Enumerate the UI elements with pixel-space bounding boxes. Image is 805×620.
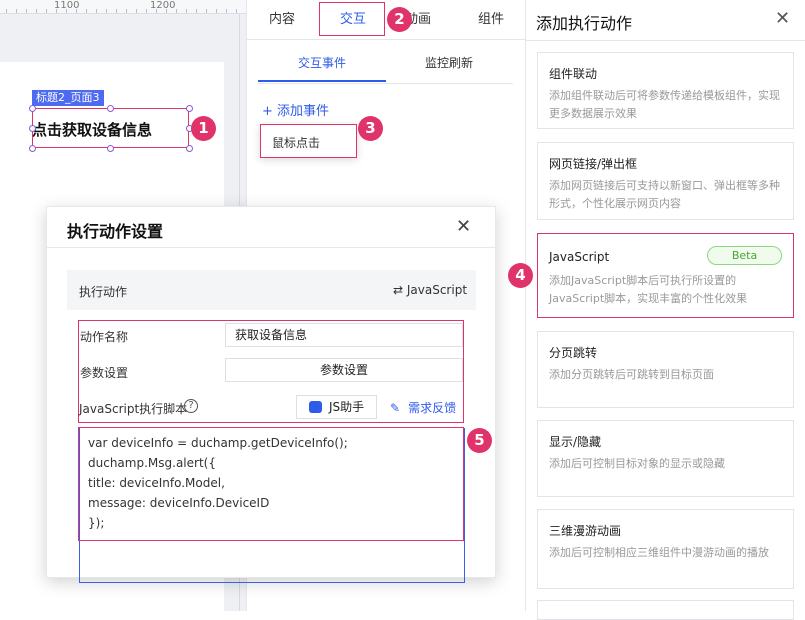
action-type-label: 执行动作 <box>79 285 128 299</box>
ruler-tick <box>26 9 27 13</box>
step-badge-4: 4 <box>508 263 533 288</box>
resize-handle[interactable] <box>107 105 114 112</box>
card-description: 添加组件联动后可将参数传递给模板组件，实现更多数据展示效果 <box>549 89 780 120</box>
divider <box>258 83 513 84</box>
ruler-tick <box>46 9 47 13</box>
resize-handle[interactable] <box>186 105 193 112</box>
ruler-tick <box>16 9 17 13</box>
ruler-tick <box>226 9 227 13</box>
js-helper-button[interactable]: JS助手 <box>296 395 377 419</box>
selected-component-frame[interactable] <box>32 108 189 148</box>
ruler-tick <box>206 9 207 13</box>
resize-handle[interactable] <box>186 145 193 152</box>
action-card-partial[interactable] <box>537 600 794 620</box>
ruler-tick <box>136 9 137 13</box>
divider <box>46 247 496 248</box>
edit-icon: ✎ <box>390 401 401 415</box>
resize-handle[interactable] <box>29 125 36 132</box>
code-line: duchamp.Msg.alert({ <box>88 456 216 470</box>
step-badge-1: 1 <box>191 116 216 141</box>
card-title: 网页链接/弹出框 <box>549 157 638 171</box>
feedback-link[interactable]: ✎ 需求反馈 <box>390 399 456 416</box>
tab-monitor-refresh[interactable]: 监控刷新 <box>425 54 473 71</box>
card-description: 添加网页链接后可支持以新窗口、弹出框等多种形式，个性化展示网页内容 <box>549 179 780 210</box>
action-card-show-hide[interactable]: 显示/隐藏 添加后可控制目标对象的显示或隐藏 <box>537 420 794 497</box>
interaction-sub-tabs: 交互事件 监控刷新 <box>246 40 525 84</box>
action-type-switch[interactable]: ⇄ JavaScript <box>393 283 467 297</box>
step-badge-5: 5 <box>467 428 492 453</box>
ruler-tick <box>186 9 187 13</box>
param-settings-label: 参数设置 <box>80 366 129 380</box>
card-title: 组件联动 <box>549 67 598 81</box>
param-settings-button[interactable]: 参数设置 <box>225 358 463 382</box>
card-description: 添加分页跳转后可跳转到目标页面 <box>549 368 714 381</box>
card-title: 显示/隐藏 <box>549 435 602 449</box>
card-description: 添加后可控制目标对象的显示或隐藏 <box>549 457 725 470</box>
tab-content[interactable]: 内容 <box>258 0 306 40</box>
code-line: title: deviceInfo.Model, <box>88 476 225 490</box>
divider <box>525 40 805 41</box>
card-title: JavaScript <box>549 250 610 264</box>
tab-component[interactable]: 组件 <box>467 0 515 40</box>
ruler-tick <box>106 9 107 13</box>
card-description: 添加后可控制相应三维组件中漫游动画的播放 <box>549 546 769 559</box>
beta-badge: Beta <box>707 246 782 265</box>
horizontal-ruler: 1100 1200 <box>0 0 246 14</box>
ruler-tick <box>86 9 87 13</box>
step-badge-3: 3 <box>358 116 383 141</box>
component-name-tag: 标题2_页面3 <box>32 90 104 106</box>
ruler-tick <box>66 9 67 13</box>
step-badge-2: 2 <box>387 7 412 32</box>
panel-title: 添加执行动作 <box>536 14 633 33</box>
resize-handle[interactable] <box>29 105 36 112</box>
dialog-title: 执行动作设置 <box>67 222 164 241</box>
action-card-3d-roaming[interactable]: 三维漫游动画 添加后可控制相应三维组件中漫游动画的播放 <box>537 509 794 589</box>
event-option-mouse-click[interactable]: 鼠标点击 <box>272 134 320 151</box>
card-title: 分页跳转 <box>549 346 598 360</box>
active-tab-underline <box>258 80 386 82</box>
action-name-label: 动作名称 <box>80 330 129 344</box>
card-description: 添加JavaScript脚本后可执行所设置的JavaScript脚本，实现丰富的… <box>549 274 748 305</box>
ruler-tick <box>146 9 147 13</box>
add-event-button[interactable]: + 添加事件 <box>262 100 329 119</box>
action-name-input[interactable]: 获取设备信息 <box>225 323 463 347</box>
action-card-web-link[interactable]: 网页链接/弹出框 添加网页链接后可支持以新窗口、弹出框等多种形式，个性化展示网页… <box>537 142 794 220</box>
ruler-tick <box>216 9 217 13</box>
interaction-tab-highlight <box>319 2 385 36</box>
close-icon[interactable]: ✕ <box>775 8 790 29</box>
card-title: 三维漫游动画 <box>549 524 622 538</box>
ruler-tick <box>176 9 177 13</box>
help-icon[interactable]: ? <box>184 399 198 413</box>
js-helper-label: JS助手 <box>329 400 365 414</box>
script-label: JavaScript执行脚本 <box>79 402 188 416</box>
code-line: message: deviceInfo.DeviceID <box>88 496 270 510</box>
ruler-label: 1200 <box>150 0 176 11</box>
resize-handle[interactable] <box>107 145 114 152</box>
ruler-tick <box>6 9 7 13</box>
ruler-tick <box>76 9 77 13</box>
ruler-tick <box>166 9 167 13</box>
ruler-tick <box>116 9 117 13</box>
feedback-label: 需求反馈 <box>408 401 457 415</box>
ruler-tick <box>196 9 197 13</box>
robot-icon <box>309 401 322 413</box>
ruler-tick <box>56 9 57 13</box>
ruler-tick <box>236 9 237 13</box>
ruler-tick <box>36 9 37 13</box>
property-tabs: 内容 交互 动画 组件 <box>246 0 525 40</box>
close-icon[interactable]: ✕ <box>456 216 471 237</box>
ruler-tick <box>126 9 127 13</box>
resize-handle[interactable] <box>29 145 36 152</box>
code-line: var deviceInfo = duchamp.getDeviceInfo()… <box>88 436 348 450</box>
ruler-tick <box>156 9 157 13</box>
action-card-page-jump[interactable]: 分页跳转 添加分页跳转后可跳转到目标页面 <box>537 331 794 408</box>
tab-interaction-events[interactable]: 交互事件 <box>298 54 346 71</box>
code-line: }); <box>88 516 105 530</box>
action-card-component-linkage[interactable]: 组件联动 添加组件联动后可将参数传递给模板组件，实现更多数据展示效果 <box>537 52 794 129</box>
ruler-tick <box>96 9 97 13</box>
